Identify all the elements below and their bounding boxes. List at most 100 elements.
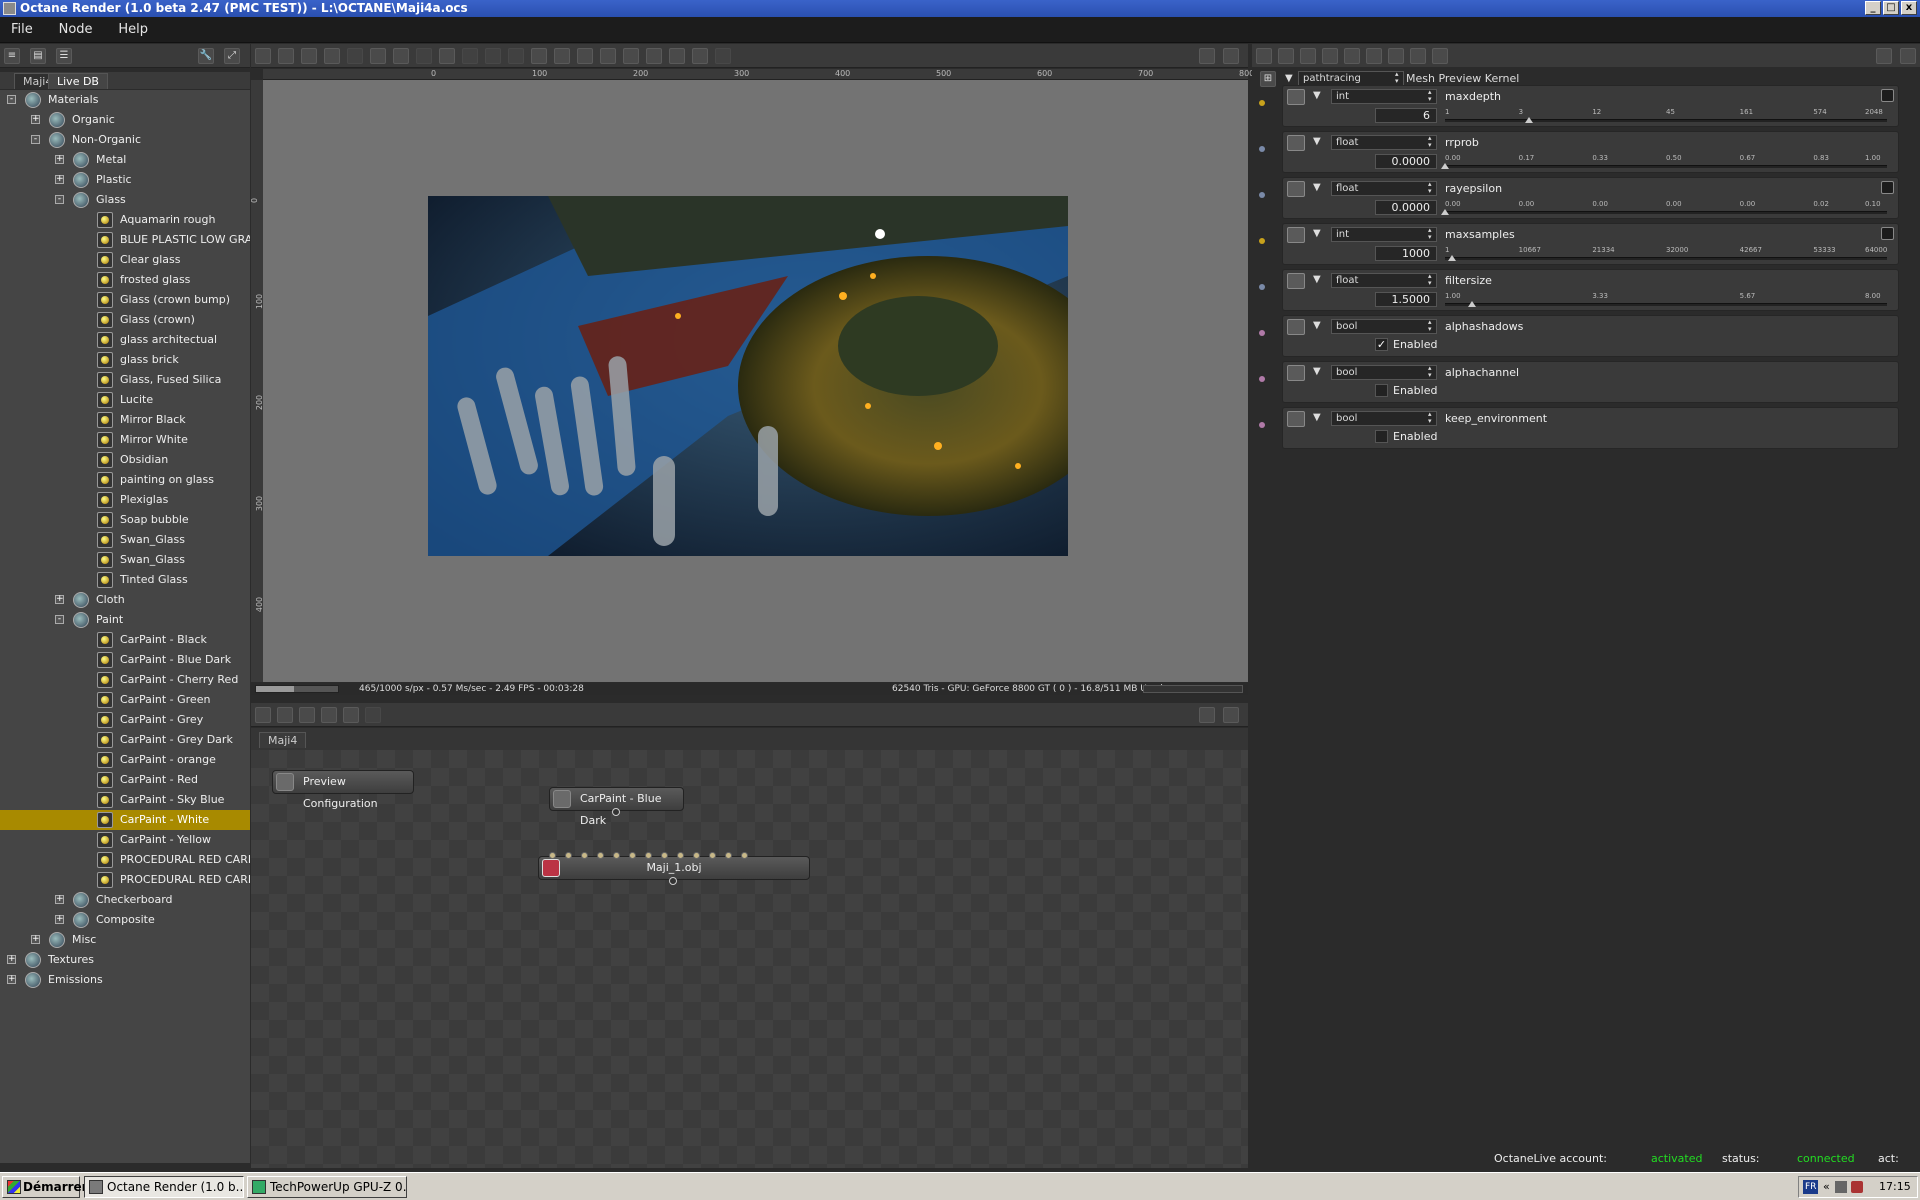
pin-dot[interactable] (1259, 146, 1265, 152)
render-a-icon[interactable] (531, 48, 547, 64)
tree-item[interactable]: Mirror Black (0, 410, 250, 430)
maximize-icon[interactable] (1223, 707, 1239, 723)
pin-dot[interactable] (1259, 238, 1265, 244)
tree-item[interactable]: PROCEDURAL RED CARPAI (0, 870, 250, 890)
collapse-arrow-icon[interactable]: ▼ (1313, 90, 1321, 101)
tree-folder[interactable]: - Paint (0, 610, 250, 630)
param-type-icon[interactable] (1287, 181, 1305, 197)
checker-b-icon[interactable] (623, 48, 639, 64)
tree-item[interactable]: Mirror White (0, 430, 250, 450)
pause-icon[interactable] (347, 48, 363, 64)
curve-icon[interactable] (1881, 89, 1894, 102)
output-pin[interactable] (612, 808, 620, 816)
enabled-checkbox[interactable] (1375, 430, 1388, 443)
maximize-icon[interactable]: ⤢ (224, 48, 240, 64)
tree-item[interactable]: CarPaint - Blue Dark (0, 650, 250, 670)
render-b-icon[interactable] (554, 48, 570, 64)
expand-icon[interactable]: + (55, 155, 64, 164)
start-button[interactable]: Démarrer (2, 1176, 88, 1198)
collapse-arrow-icon[interactable]: ▼ (1313, 228, 1321, 239)
kernel-icon[interactable] (1256, 48, 1272, 64)
tree-item[interactable]: Plexiglas (0, 490, 250, 510)
language-indicator[interactable]: FR (1803, 1180, 1819, 1194)
material-pick-icon[interactable] (669, 48, 685, 64)
layer-icon[interactable] (1300, 48, 1316, 64)
tree-item[interactable]: Aquamarin rough (0, 210, 250, 230)
layers-icon[interactable]: ▤ (30, 48, 46, 64)
collapse-arrow-icon[interactable]: ▼ (1313, 182, 1321, 193)
expand-icon[interactable]: + (55, 915, 64, 924)
value-field[interactable]: 6 (1375, 108, 1437, 123)
collapse-arrow-icon[interactable]: ▼ (1313, 136, 1321, 147)
input-pin[interactable] (725, 852, 732, 859)
tree-folder[interactable]: - Non-Organic (0, 130, 250, 150)
tree-item[interactable]: Clear glass (0, 250, 250, 270)
expand-icon[interactable]: + (55, 895, 64, 904)
kernel-select[interactable]: pathtracing (1298, 71, 1404, 86)
value-slider[interactable]: 0.00 0.17 0.33 0.50 0.67 0.83 1.00 (1441, 154, 1887, 170)
tree-folder[interactable]: + Misc (0, 930, 250, 950)
tree-item[interactable]: CarPaint - Grey (0, 710, 250, 730)
collapse-arrow-icon[interactable]: ▼ (1285, 73, 1293, 84)
tree-item[interactable]: Glass (crown) (0, 310, 250, 330)
param-type-icon[interactable] (1287, 89, 1305, 105)
collapse-icon[interactable]: - (55, 615, 64, 624)
stop-icon[interactable] (278, 48, 294, 64)
input-pin[interactable] (565, 852, 572, 859)
expand-icon[interactable]: + (31, 935, 40, 944)
slider-knob[interactable] (1441, 209, 1449, 215)
tree-item[interactable]: CarPaint - Black (0, 630, 250, 650)
input-pin[interactable] (677, 852, 684, 859)
type-select[interactable]: bool (1331, 411, 1437, 426)
tree-item[interactable]: CarPaint - Grey Dark (0, 730, 250, 750)
slider-knob[interactable] (1447, 255, 1456, 261)
tree-item[interactable]: CarPaint - Yellow (0, 830, 250, 850)
param-type-icon[interactable] (1287, 319, 1305, 335)
tree-folder[interactable]: + Cloth (0, 590, 250, 610)
tree-folder[interactable]: + Metal (0, 150, 250, 170)
param-type-icon[interactable] (1287, 227, 1305, 243)
tree-item[interactable]: Lucite (0, 390, 250, 410)
expand-icon[interactable]: + (55, 595, 64, 604)
tab-nodegraph-maji4[interactable]: Maji4 (259, 732, 307, 748)
graph-layout-icon[interactable] (255, 707, 271, 723)
minimize-button[interactable]: _ (1865, 1, 1881, 15)
input-pin[interactable] (613, 852, 620, 859)
slider-knob[interactable] (1467, 301, 1476, 307)
taskbar-octane[interactable]: Octane Render (1.0 b... (84, 1176, 244, 1198)
rewind-icon[interactable] (324, 48, 340, 64)
value-field[interactable]: 1.5000 (1375, 292, 1437, 307)
collapse-arrow-icon[interactable]: ▼ (1313, 366, 1321, 377)
slider-knob[interactable] (1524, 117, 1533, 123)
collapse-icon[interactable]: - (55, 195, 64, 204)
curve-icon[interactable] (1881, 227, 1894, 240)
tree-folder[interactable]: - Glass (0, 190, 250, 210)
tree-item[interactable]: CarPaint - orange (0, 750, 250, 770)
input-pin[interactable] (629, 852, 636, 859)
maximize-button[interactable]: □ (1883, 1, 1899, 15)
network-icon[interactable] (1835, 1181, 1847, 1193)
refresh-icon[interactable] (439, 48, 455, 64)
image-icon[interactable] (1322, 48, 1338, 64)
tree-item[interactable]: CarPaint - Cherry Red (0, 670, 250, 690)
pin-dot[interactable] (1259, 330, 1265, 336)
input-pin[interactable] (693, 852, 700, 859)
tree-folder[interactable]: + Plastic (0, 170, 250, 190)
pin-dot[interactable] (1259, 192, 1265, 198)
light-icon[interactable] (692, 48, 708, 64)
tree-item[interactable]: PROCEDURAL RED CARPAI (0, 850, 250, 870)
expand-icon[interactable] (1432, 48, 1448, 64)
param-type-icon[interactable] (1287, 135, 1305, 151)
input-pin[interactable] (549, 852, 556, 859)
delete-node-icon[interactable] (277, 707, 293, 723)
grid-icon[interactable] (365, 707, 381, 723)
input-pin[interactable] (645, 852, 652, 859)
pin-dot[interactable] (1259, 284, 1265, 290)
type-select[interactable]: float (1331, 181, 1437, 196)
checker-a-icon[interactable] (600, 48, 616, 64)
add-texture-icon[interactable] (321, 707, 337, 723)
settings-icon[interactable] (1344, 48, 1360, 64)
type-select[interactable]: bool (1331, 365, 1437, 380)
node-graph[interactable]: Preview Configuration CarPaint - Blue Da… (251, 750, 1248, 1168)
enabled-checkbox[interactable]: ✓ (1375, 338, 1388, 351)
